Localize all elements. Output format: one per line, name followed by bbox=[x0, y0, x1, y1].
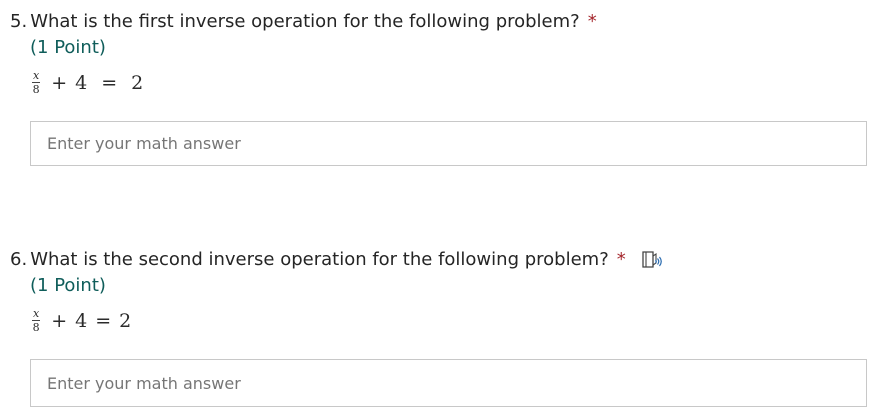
fraction-numerator: x bbox=[32, 307, 41, 321]
equals-sign: = bbox=[95, 309, 112, 332]
immersive-reader-icon[interactable] bbox=[640, 248, 664, 272]
result: 2 bbox=[119, 309, 132, 332]
fraction: x 8 bbox=[32, 69, 41, 96]
result: 2 bbox=[131, 71, 144, 94]
question-title-row: 6. What is the second inverse operation … bbox=[10, 248, 664, 272]
equals-sign: = bbox=[101, 71, 118, 94]
plus-sign: + bbox=[51, 309, 68, 332]
question-text: What is the first inverse operation for … bbox=[30, 11, 580, 32]
question-number: 6. bbox=[10, 249, 28, 270]
question-number: 5. bbox=[10, 11, 28, 32]
math-answer-input[interactable]: Enter your math answer bbox=[30, 121, 867, 166]
answer-placeholder: Enter your math answer bbox=[47, 134, 241, 153]
math-equation: x 8 + 4 = 2 bbox=[32, 70, 147, 95]
fraction: x 8 bbox=[32, 307, 41, 334]
math-equation: x 8 + 4 = 2 bbox=[32, 308, 135, 333]
form-page: 5. What is the first inverse operation f… bbox=[0, 0, 895, 407]
question-points: (1 Point) bbox=[30, 37, 106, 58]
math-answer-input[interactable]: Enter your math answer bbox=[30, 359, 867, 407]
immersive-reader-icon-graphic bbox=[642, 251, 662, 268]
question-title-row: 5. What is the first inverse operation f… bbox=[10, 10, 597, 34]
fraction-numerator: x bbox=[32, 69, 41, 83]
fraction-denominator: 8 bbox=[32, 321, 40, 334]
required-asterisk: * bbox=[616, 249, 626, 270]
plus-sign: + bbox=[51, 71, 68, 94]
question-points: (1 Point) bbox=[30, 275, 106, 296]
required-asterisk: * bbox=[587, 11, 597, 32]
fraction-denominator: 8 bbox=[32, 83, 40, 96]
addend: 4 bbox=[75, 71, 88, 94]
answer-placeholder: Enter your math answer bbox=[47, 373, 241, 393]
addend: 4 bbox=[75, 309, 88, 332]
question-text: What is the second inverse operation for… bbox=[30, 249, 609, 270]
